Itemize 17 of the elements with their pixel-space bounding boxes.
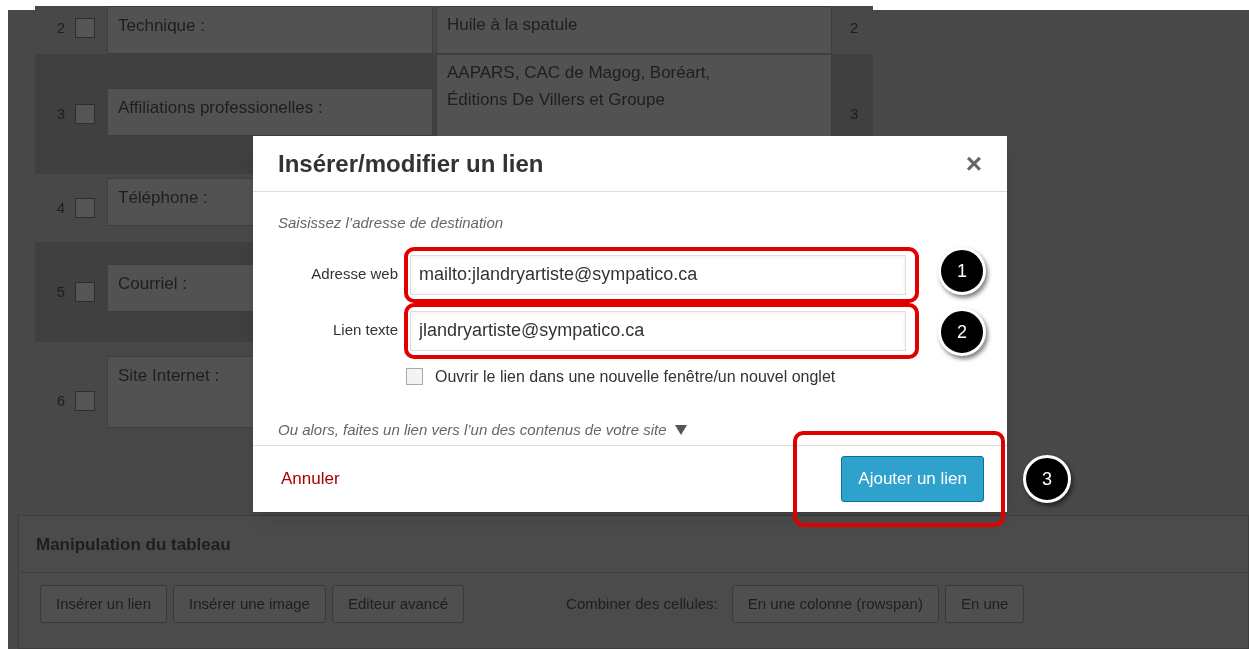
checkbox[interactable] [75, 104, 95, 124]
new-window-label: Ouvrir le lien dans une nouvelle fenêtre/un nouvel onglet [435, 366, 836, 387]
close-button[interactable]: × [965, 149, 982, 178]
input-field[interactable]: jlandryartiste@sympatico.ca [410, 310, 906, 351]
checkbox[interactable] [75, 18, 95, 38]
instruction-text: Saisissez l’adresse de destination [278, 213, 505, 233]
checkbox[interactable] [75, 391, 95, 411]
caret-icon [674, 424, 687, 435]
field-label: Adresse web [310, 264, 398, 285]
existing-content-toggle[interactable]: Ou alors, faites un lien vers l’un des contenus de votre site [278, 418, 667, 441]
checkbox[interactable] [406, 368, 423, 385]
checkbox[interactable] [75, 198, 95, 218]
checkbox[interactable] [75, 282, 95, 302]
field-label: Lien texte [331, 320, 398, 341]
cancel-link[interactable]: Annuler [281, 466, 340, 492]
input-field[interactable]: mailto:jlandryartiste@sympatico.ca [410, 254, 906, 295]
add-link-button[interactable]: Ajouter un lien [841, 456, 984, 502]
